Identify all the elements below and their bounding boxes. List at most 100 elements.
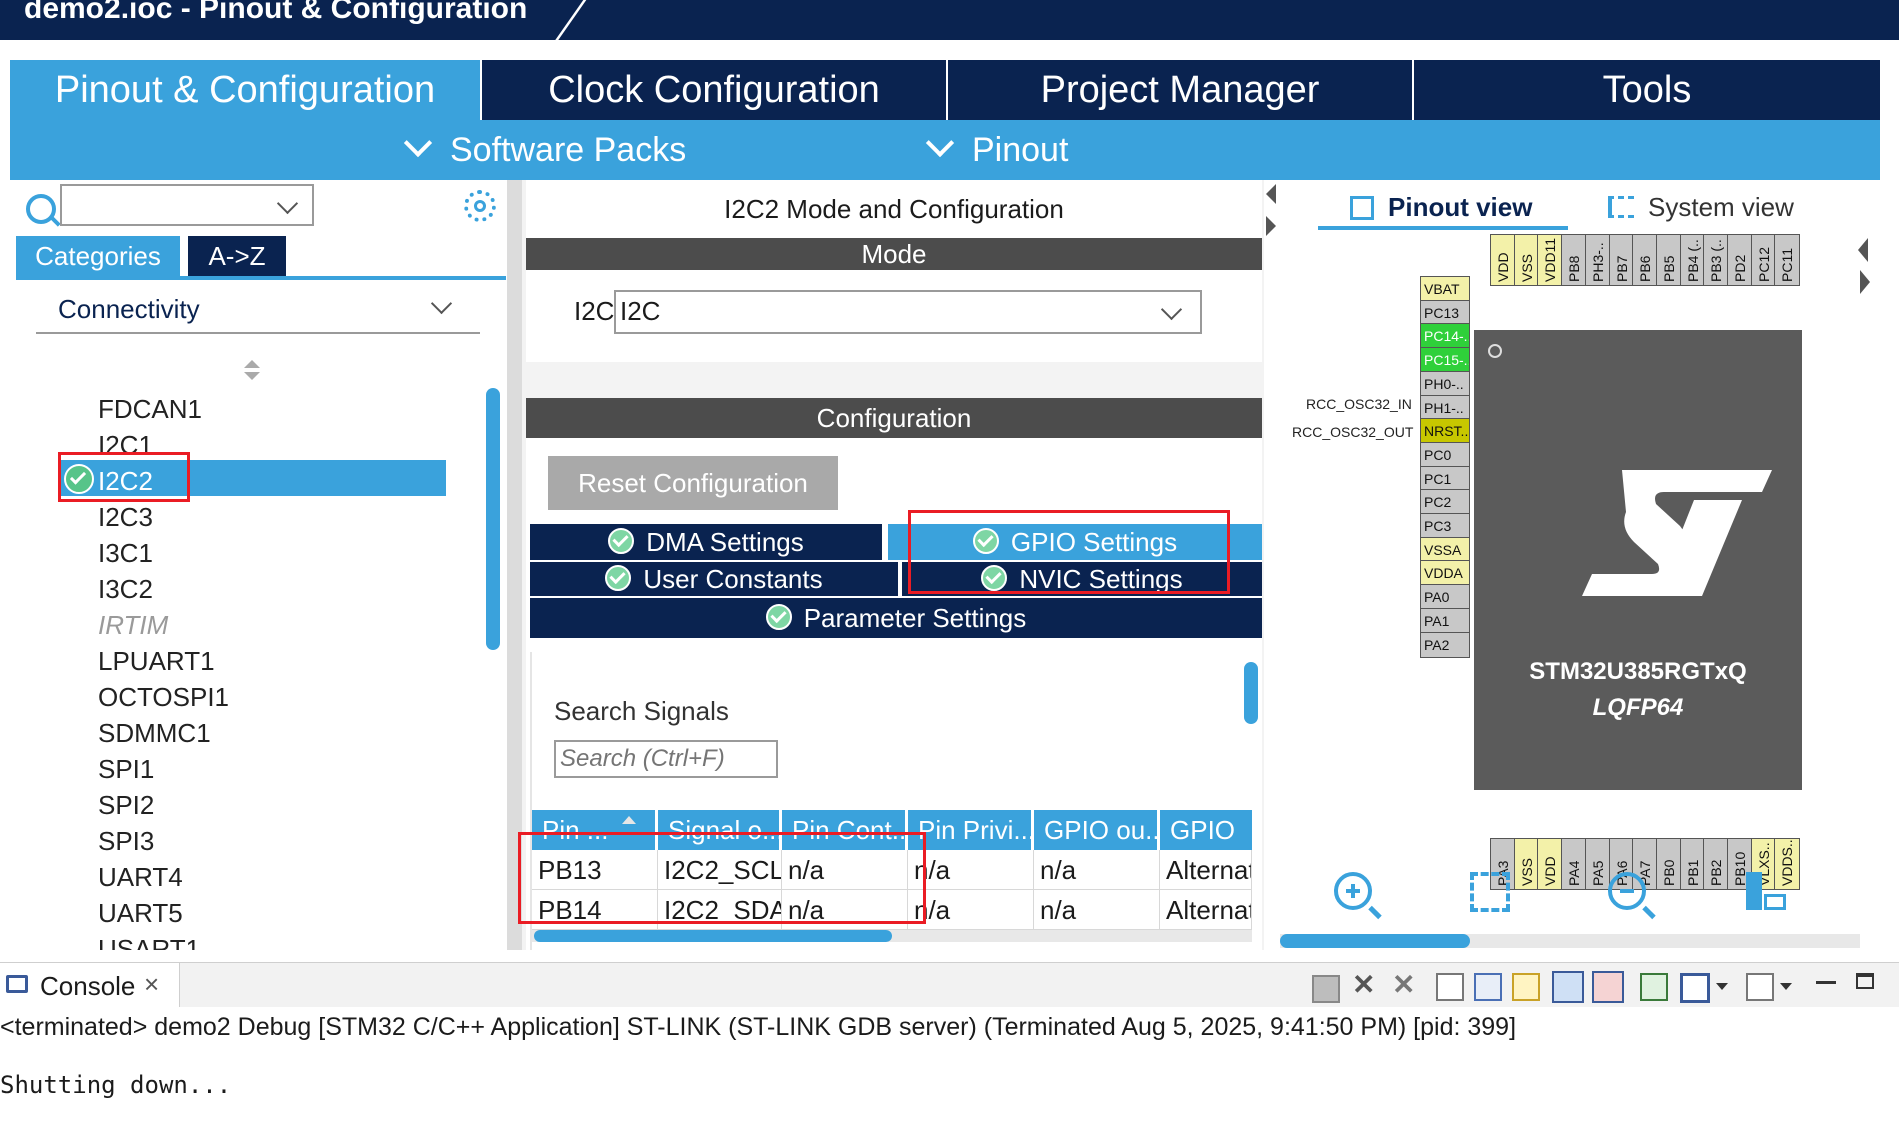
zoom-out-icon[interactable] (1608, 872, 1656, 920)
list-item-spi1[interactable]: SPI1 (98, 754, 154, 785)
open-console-icon[interactable] (1746, 973, 1774, 1001)
category-dropdown[interactable]: Connectivity (36, 288, 480, 334)
pin-pb7[interactable]: PB7 (1608, 234, 1635, 286)
table-cell[interactable]: n/a (908, 890, 1034, 930)
chevron-down-icon[interactable] (1716, 983, 1728, 990)
list-item-octospi1[interactable]: OCTOSPI1 (98, 682, 229, 713)
pin-pa5[interactable]: PA5 (1584, 838, 1611, 890)
tab-user-constants[interactable]: User Constants (530, 562, 898, 596)
pin-pb1[interactable]: PB1 (1679, 838, 1706, 890)
pin-pb6[interactable]: PB6 (1632, 234, 1659, 286)
pin-vdd11[interactable]: VDD11 (1537, 234, 1564, 286)
search-icon[interactable] (26, 194, 56, 224)
pin-vssa[interactable]: VSSA (1420, 536, 1470, 563)
list-item-uart4[interactable]: UART4 (98, 862, 183, 893)
pin-pc2[interactable]: PC2 (1420, 489, 1470, 516)
pin-ph0[interactable]: PH0-.. (1420, 370, 1470, 397)
list-item-usart1-clipped[interactable]: USART1 (92, 934, 292, 950)
list-scrollbar[interactable] (486, 388, 500, 650)
tab-parameter-settings[interactable]: Parameter Settings (530, 598, 1262, 638)
fit-screen-icon[interactable] (1470, 872, 1510, 912)
pin-nrst[interactable]: NRST.. (1420, 418, 1470, 445)
chevron-down-icon[interactable] (1780, 983, 1792, 990)
console-tab[interactable]: Console × (0, 963, 180, 1007)
pin-pb0[interactable]: PB0 (1655, 838, 1682, 890)
collapse-right-icon[interactable] (1266, 216, 1276, 236)
close-icon[interactable]: × (144, 969, 159, 1000)
reset-configuration-button[interactable]: Reset Configuration (548, 456, 838, 510)
pin-pb3[interactable]: PB3 (.. (1703, 234, 1730, 286)
table-cell[interactable]: n/a (1034, 850, 1160, 890)
terminate-icon[interactable] (1312, 975, 1340, 1003)
clear-console-icon[interactable] (1436, 973, 1464, 1001)
table-cell[interactable]: n/a (1034, 890, 1160, 930)
pin-pa2[interactable]: PA2 (1420, 631, 1470, 658)
list-item-i2c3[interactable]: I2C3 (98, 502, 153, 533)
pin-pc12[interactable]: PC12 (1750, 234, 1777, 286)
list-item-irtim[interactable]: IRTIM (98, 610, 168, 641)
scroll-right-icon[interactable] (1860, 270, 1870, 294)
chip-body[interactable]: STM32U385RGTxQ LQFP64 (1474, 330, 1802, 790)
maximize-icon[interactable] (1856, 973, 1874, 989)
pin-pc1[interactable]: PC1 (1420, 465, 1470, 492)
column-header-gpio-output[interactable]: GPIO ou... (1034, 810, 1160, 850)
sort-down-icon[interactable] (244, 372, 260, 380)
list-item-spi3[interactable]: SPI3 (98, 826, 154, 857)
list-item-lpuart1[interactable]: LPUART1 (98, 646, 215, 677)
pin-ph3[interactable]: PH3-.. (1584, 234, 1611, 286)
pin-pc3[interactable]: PC3 (1420, 513, 1470, 539)
pin-pb5[interactable]: PB5 (1655, 234, 1682, 286)
chevron-down-icon[interactable] (276, 192, 299, 215)
pin-pb8[interactable]: PB8 (1561, 234, 1588, 286)
remove-launch-icon[interactable]: ✕ (1352, 971, 1376, 999)
list-item-i3c2[interactable]: I3C2 (98, 574, 153, 605)
tab-project-manager[interactable]: Project Manager (948, 60, 1414, 120)
content-scrollbar[interactable] (1244, 662, 1258, 724)
pin-pb2[interactable]: PB2 (1703, 838, 1730, 890)
pinout-hscroll-thumb[interactable] (1280, 934, 1470, 948)
column-header-pin-privilege[interactable]: Pin Privi... (908, 810, 1034, 850)
pin-ph1[interactable]: PH1-.. (1420, 394, 1470, 421)
pin-pa0[interactable]: PA0 (1420, 584, 1470, 611)
tab-pinout-view[interactable]: Pinout view (1318, 186, 1568, 230)
tab-system-view[interactable]: System view (1608, 186, 1808, 230)
tab-categories[interactable]: Categories (16, 236, 180, 276)
table-cell[interactable]: Alternate (1160, 890, 1252, 930)
tab-a-z[interactable]: A->Z (188, 236, 286, 276)
pin-pb4[interactable]: PB4 (.. (1679, 234, 1706, 286)
pin-pc15[interactable]: PC15-.. (1420, 347, 1470, 374)
search-signals-input[interactable] (554, 740, 778, 778)
sort-up-icon[interactable] (244, 360, 260, 368)
tab-tools[interactable]: Tools (1414, 60, 1880, 120)
scroll-lock-icon[interactable] (1474, 973, 1502, 1001)
display-console-icon[interactable] (1680, 973, 1710, 1003)
list-item-fdcan1[interactable]: FDCAN1 (98, 394, 202, 425)
table-cell[interactable]: Alternate (1160, 850, 1252, 890)
pin-vss[interactable]: VSS (1513, 838, 1540, 890)
list-item-uart5[interactable]: UART5 (98, 898, 183, 929)
pin-vdd[interactable]: VDD (1490, 234, 1516, 286)
table-horizontal-scrollbar[interactable] (534, 930, 892, 942)
pin-pc13[interactable]: PC13 (1420, 299, 1470, 326)
pin-pc14[interactable]: PC14-.. (1420, 323, 1470, 350)
pin-pc11[interactable]: PC11 (1774, 234, 1801, 286)
column-header-gpio[interactable]: GPIO (1160, 810, 1252, 850)
pin-pa4[interactable]: PA4 (1561, 838, 1588, 890)
tab-clock-configuration[interactable]: Clock Configuration (482, 60, 948, 120)
list-item-i3c1[interactable]: I3C1 (98, 538, 153, 569)
list-item-spi2[interactable]: SPI2 (98, 790, 154, 821)
pin-vdd[interactable]: VDD (1537, 838, 1564, 890)
show-on-error-icon[interactable] (1592, 971, 1624, 1003)
tab-dma-settings[interactable]: DMA Settings (530, 524, 882, 560)
rotate-icon[interactable] (1746, 872, 1786, 912)
minimize-icon[interactable] (1816, 981, 1836, 984)
pin-pc0[interactable]: PC0 (1420, 441, 1470, 468)
pin-vbat[interactable]: VBAT (1420, 276, 1470, 302)
component-search-input[interactable] (60, 184, 314, 226)
tab-pinout-configuration[interactable]: Pinout & Configuration (10, 60, 482, 120)
pin-vss[interactable]: VSS (1513, 234, 1540, 286)
pin-pa1[interactable]: PA1 (1420, 607, 1470, 634)
gear-icon[interactable] (464, 190, 496, 222)
software-packs-menu[interactable]: Software Packs (403, 120, 686, 180)
remove-all-icon[interactable]: ✕ (1392, 971, 1416, 999)
